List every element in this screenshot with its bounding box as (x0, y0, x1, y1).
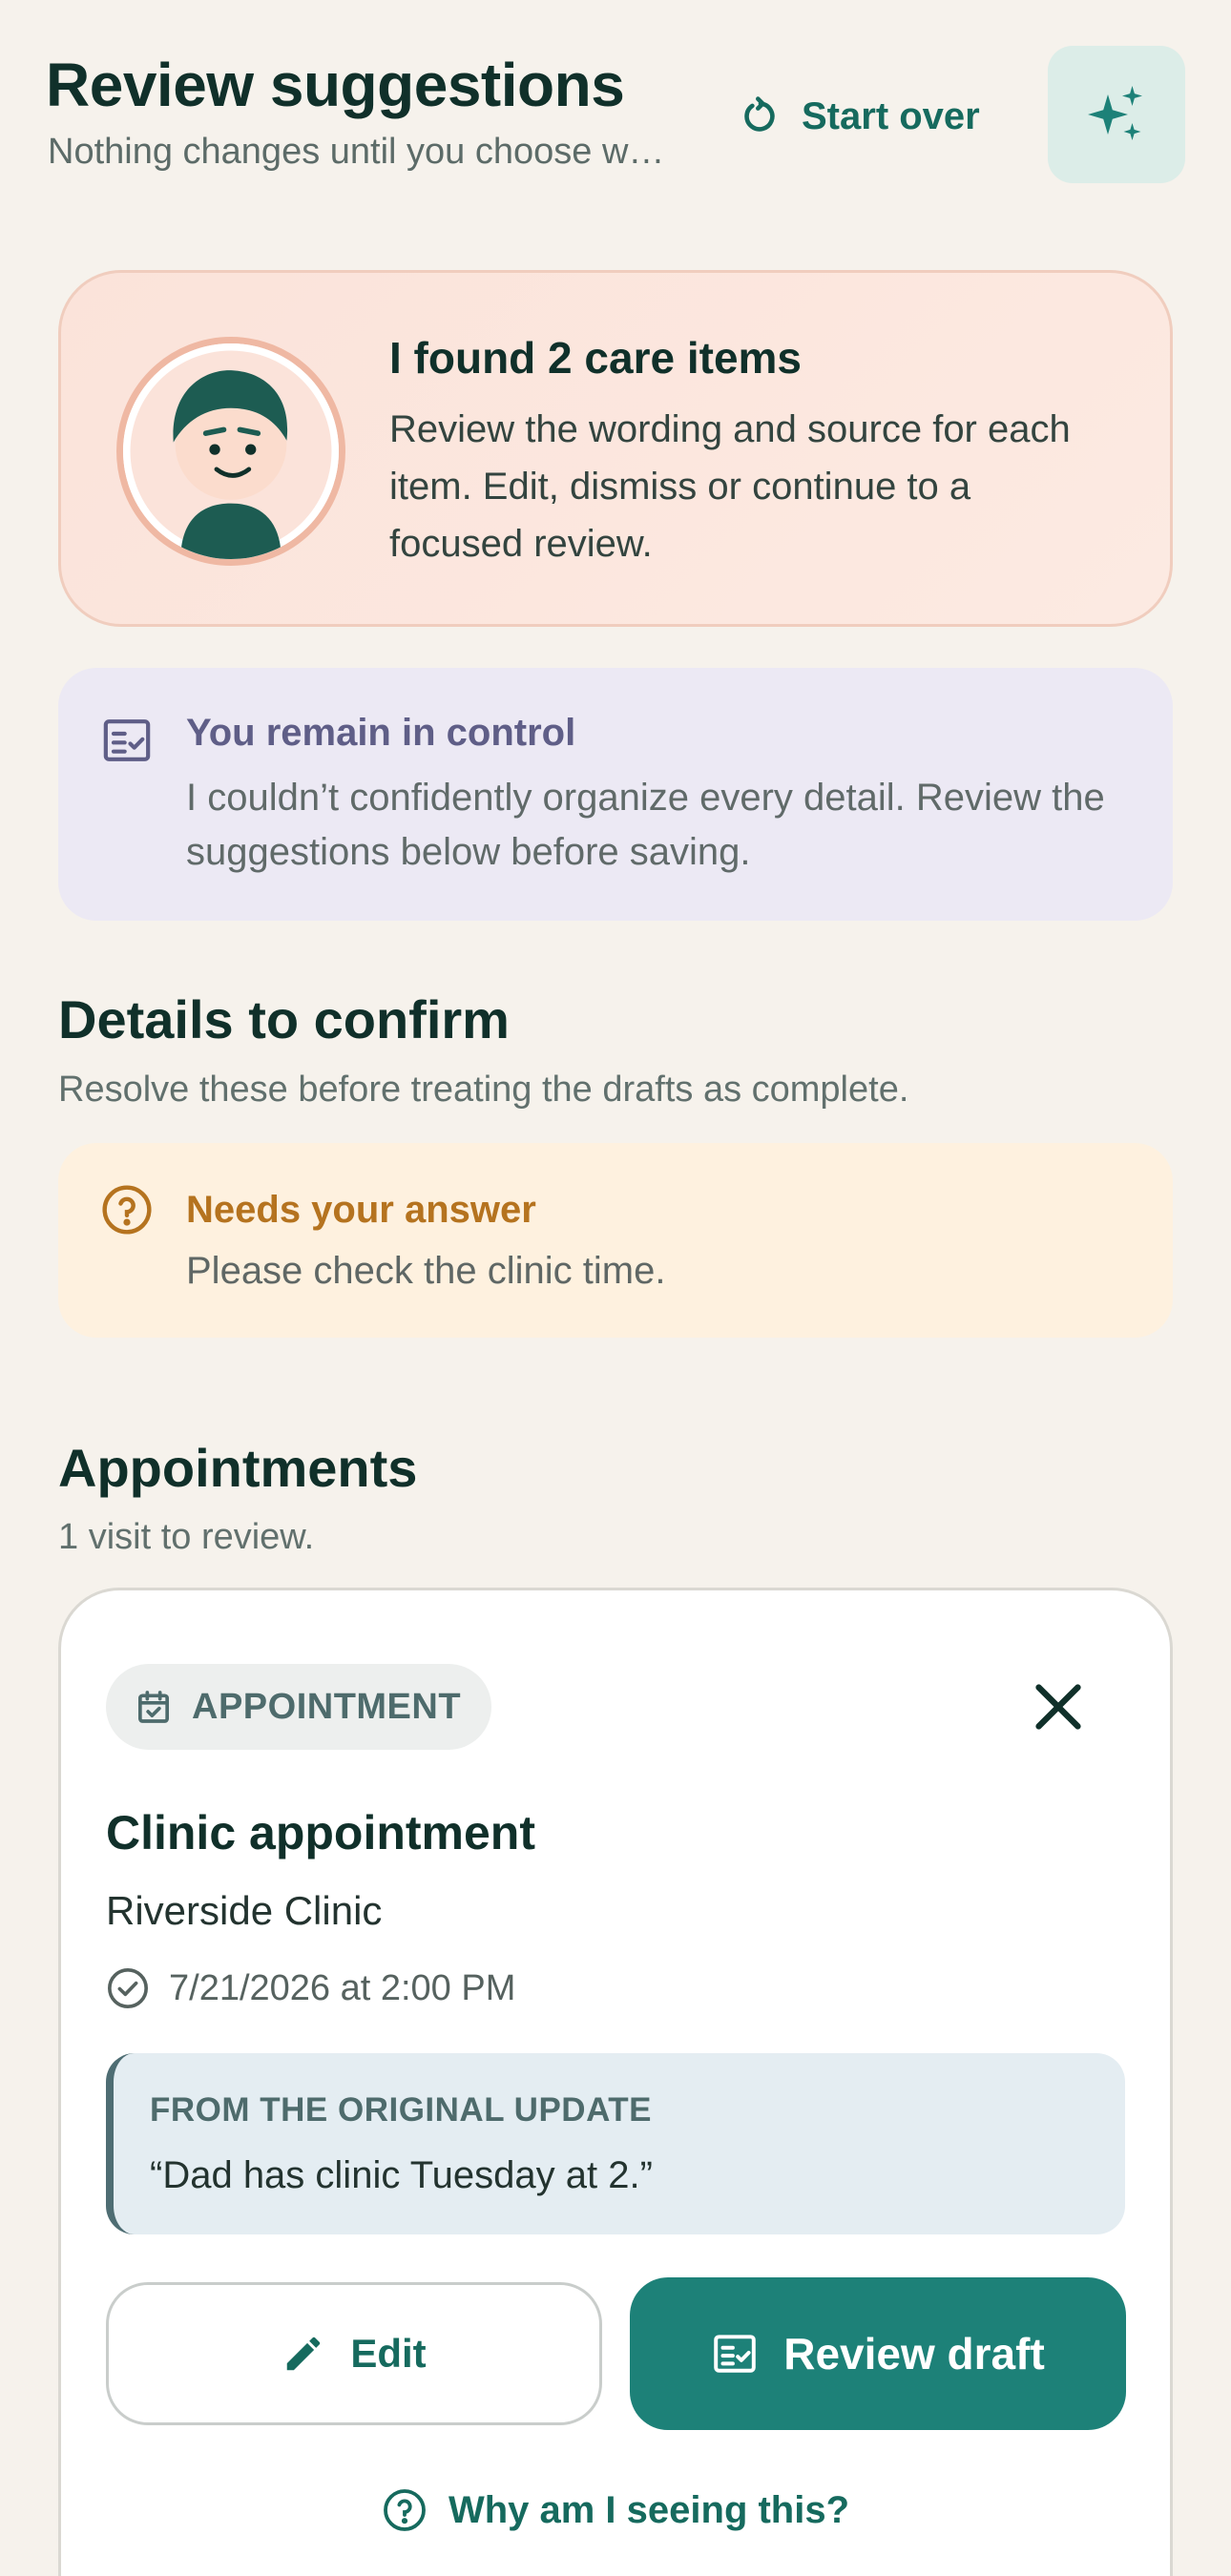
help-circle-icon (384, 2489, 426, 2531)
needs-answer-card[interactable]: Needs your answer Please check the clini… (58, 1143, 1173, 1338)
source-quote-label: FROM THE ORIGINAL UPDATE (150, 2091, 652, 2129)
calendar-check-icon (138, 1691, 170, 1723)
checklist-icon (103, 719, 151, 761)
check-circle-icon (108, 1968, 148, 2008)
appointment-datetime: 7/21/2026 at 2:00 PM (106, 1966, 515, 2010)
control-notice-body: I couldn’t confidently organize every de… (186, 777, 1105, 873)
dismiss-close-icon[interactable] (1025, 1673, 1092, 1740)
review-draft-button[interactable]: Review draft (630, 2277, 1126, 2430)
page-title: Review suggestions (46, 51, 625, 119)
pencil-icon (287, 2337, 321, 2371)
page-subtitle: Nothing changes until you choose w… (48, 132, 665, 172)
needs-answer-body: Please check the clinic time. (186, 1250, 666, 1292)
summary-body: Review the wording and source for each i… (389, 408, 1071, 565)
appointment-card: APPOINTMENT Clinic appointment Riverside… (58, 1588, 1173, 2576)
ai-assist-button[interactable] (1048, 46, 1185, 183)
appointment-location: Riverside Clinic (106, 1888, 383, 1933)
control-notice-title: You remain in control (186, 712, 576, 754)
edit-button-label: Edit (350, 2331, 427, 2376)
appointment-title: Clinic appointment (106, 1806, 535, 1859)
details-section-subtitle: Resolve these before treating the drafts… (58, 1070, 909, 1110)
source-quote-text: “Dad has clinic Tuesday at 2.” (150, 2154, 653, 2196)
appointments-section-subtitle: 1 visit to review. (58, 1517, 315, 1557)
why-seeing-this-link[interactable]: Why am I seeing this? (61, 2487, 1170, 2533)
review-draft-label: Review draft (783, 2329, 1045, 2379)
summary-title: I found 2 care items (389, 333, 803, 383)
assistant-character-icon (123, 343, 339, 559)
checklist-icon (714, 2335, 757, 2373)
appointment-type-label: APPOINTMENT (192, 1686, 462, 1727)
header: Review suggestions Nothing changes until… (46, 46, 1185, 189)
appointment-datetime-text: 7/21/2026 at 2:00 PM (169, 1967, 516, 2008)
details-section-title: Details to confirm (58, 989, 510, 1049)
assistant-summary-card: I found 2 care items Review the wording … (58, 270, 1173, 627)
source-quote: FROM THE ORIGINAL UPDATE “Dad has clinic… (106, 2053, 1125, 2234)
review-suggestions-screen: Review suggestions Nothing changes until… (0, 0, 1231, 2576)
appointment-type-badge: APPOINTMENT (106, 1664, 492, 1750)
start-over-label: Start over (802, 94, 980, 137)
appointments-section-title: Appointments (58, 1438, 418, 1498)
refresh-icon (744, 96, 775, 132)
start-over-button[interactable]: Start over (739, 88, 980, 145)
control-notice: You remain in control I couldn’t confide… (58, 668, 1173, 921)
sparkles-icon (1088, 86, 1142, 140)
assistant-avatar (116, 337, 345, 566)
edit-button[interactable]: Edit (106, 2282, 602, 2425)
why-seeing-this-label: Why am I seeing this? (448, 2488, 850, 2531)
question-circle-icon (102, 1185, 152, 1235)
needs-answer-title: Needs your answer (186, 1189, 536, 1231)
